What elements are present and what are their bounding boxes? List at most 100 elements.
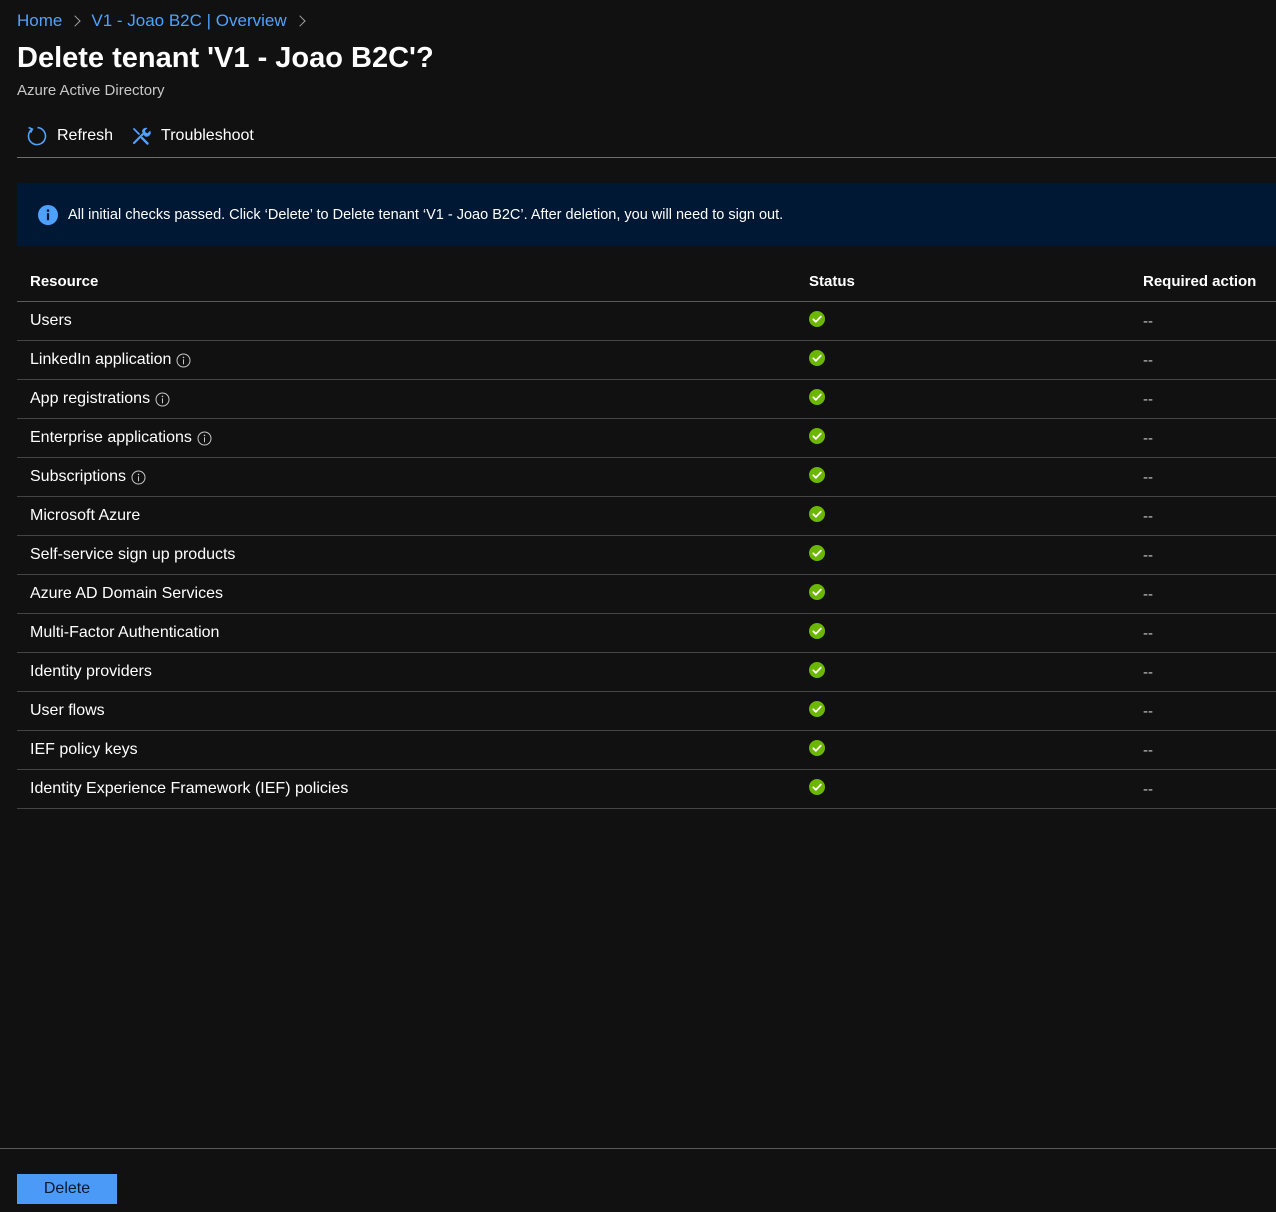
breadcrumb-home[interactable]: Home [17,11,62,31]
status-cell [797,349,1131,371]
info-icon[interactable] [197,431,212,446]
delete-tenant-page: Home V1 - Joao B2C | Overview Delete ten… [0,0,1276,1212]
table-header: Resource Status Required action [17,262,1276,302]
status-cell [797,778,1131,800]
status-cell [797,583,1131,605]
required-action-cell: -- [1143,780,1153,798]
table-row: Microsoft Azure -- [17,497,1276,536]
chevron-right-icon [69,15,82,27]
resource-name-wrap: Multi-Factor Authentication [30,624,219,642]
check-circle-icon [809,700,825,717]
table-row: Multi-Factor Authentication -- [17,614,1276,653]
resource-name-wrap: Identity Experience Framework (IEF) poli… [30,780,348,798]
required-action-cell: -- [1143,351,1153,369]
resource-name: App registrations [30,390,151,407]
status-cell [797,622,1131,644]
table-row: IEF policy keys -- [17,731,1276,770]
refresh-icon [27,126,47,146]
status-cell [797,661,1131,683]
resource-name-wrap: Subscriptions [30,468,146,486]
table-row: Self-service sign up products -- [17,536,1276,575]
resource-name-wrap: Enterprise applications [30,429,212,447]
table-row: Users -- [17,302,1276,341]
breadcrumb-tenant-overview[interactable]: V1 - Joao B2C | Overview [91,11,286,31]
resource-cell: Multi-Factor Authentication [17,624,797,642]
footer-divider [0,1148,1276,1149]
info-icon[interactable] [131,470,146,485]
table-row: LinkedIn application -- [17,341,1276,380]
resource-cell: App registrations [17,390,797,408]
resource-cell: Users [17,312,797,330]
wrench-icon [132,127,151,145]
resource-name-wrap: Self-service sign up products [30,546,235,564]
command-bar: Refresh Troubleshoot [17,118,1276,158]
resource-cell: Enterprise applications [17,429,797,447]
resource-name: Azure AD Domain Services [30,585,223,602]
resource-cell: Identity providers [17,663,797,681]
table-row: User flows -- [17,692,1276,731]
status-cell [797,700,1131,722]
resource-name: LinkedIn application [30,351,172,368]
check-circle-icon [809,505,825,522]
check-circle-icon [809,622,825,639]
required-action-cell: -- [1143,546,1153,564]
required-action-cell: -- [1143,468,1153,486]
info-icon[interactable] [155,392,170,407]
required-action-cell: -- [1143,663,1153,681]
resource-name: User flows [30,702,105,719]
table-body: Users -- LinkedIn application -- App registr… [17,302,1276,809]
checks-table: Resource Status Required action Users -- L… [17,262,1276,809]
status-cell [797,427,1131,449]
status-cell [797,466,1131,488]
table-row: Subscriptions -- [17,458,1276,497]
chevron-right-icon [293,15,306,27]
column-header-status[interactable]: Status [797,273,1131,290]
required-action-cell: -- [1143,507,1153,525]
status-cell [797,388,1131,410]
refresh-button[interactable]: Refresh [17,118,123,154]
resource-cell: Identity Experience Framework (IEF) poli… [17,780,797,798]
resource-name: Microsoft Azure [30,507,141,524]
info-icon[interactable] [176,353,191,368]
column-header-resource[interactable]: Resource [17,273,797,290]
check-circle-icon [809,661,825,678]
resource-cell: User flows [17,702,797,720]
page-subtitle: Azure Active Directory [17,82,165,99]
resource-name-wrap: Azure AD Domain Services [30,585,223,603]
resource-cell: Microsoft Azure [17,507,797,525]
breadcrumb: Home V1 - Joao B2C | Overview [17,10,316,32]
delete-button[interactable]: Delete [17,1174,117,1204]
resource-name-wrap: IEF policy keys [30,741,138,759]
required-action-cell: -- [1143,312,1153,330]
check-circle-icon [809,739,825,756]
page-title: Delete tenant 'V1 - Joao B2C'? [17,42,434,74]
required-action-cell: -- [1143,429,1153,447]
table-row: Identity Experience Framework (IEF) poli… [17,770,1276,809]
check-circle-icon [809,544,825,561]
resource-name-wrap: Users [30,312,72,330]
resource-cell: Self-service sign up products [17,546,797,564]
resource-name: Identity Experience Framework (IEF) poli… [30,780,349,797]
troubleshoot-button[interactable]: Troubleshoot [123,118,264,154]
status-cell [797,310,1131,332]
info-icon [38,204,58,225]
required-action-cell: -- [1143,741,1153,759]
info-banner: All initial checks passed. Click ‘Delete… [17,183,1276,246]
check-circle-icon [809,310,825,327]
resource-name-wrap: Microsoft Azure [30,507,140,525]
resource-name: Subscriptions [30,468,127,485]
info-banner-message: All initial checks passed. Click ‘Delete… [68,206,784,223]
resource-cell: Azure AD Domain Services [17,585,797,603]
check-circle-icon [809,583,825,600]
resource-name: Identity providers [30,663,152,680]
required-action-cell: -- [1143,702,1153,720]
resource-cell: Subscriptions [17,468,797,486]
status-cell [797,739,1131,761]
troubleshoot-label: Troubleshoot [161,127,254,144]
check-circle-icon [809,466,825,483]
resource-name: Enterprise applications [30,429,192,446]
check-circle-icon [809,349,825,366]
resource-name-wrap: App registrations [30,390,170,408]
required-action-cell: -- [1143,585,1153,603]
column-header-required-action[interactable]: Required action [1131,273,1276,290]
